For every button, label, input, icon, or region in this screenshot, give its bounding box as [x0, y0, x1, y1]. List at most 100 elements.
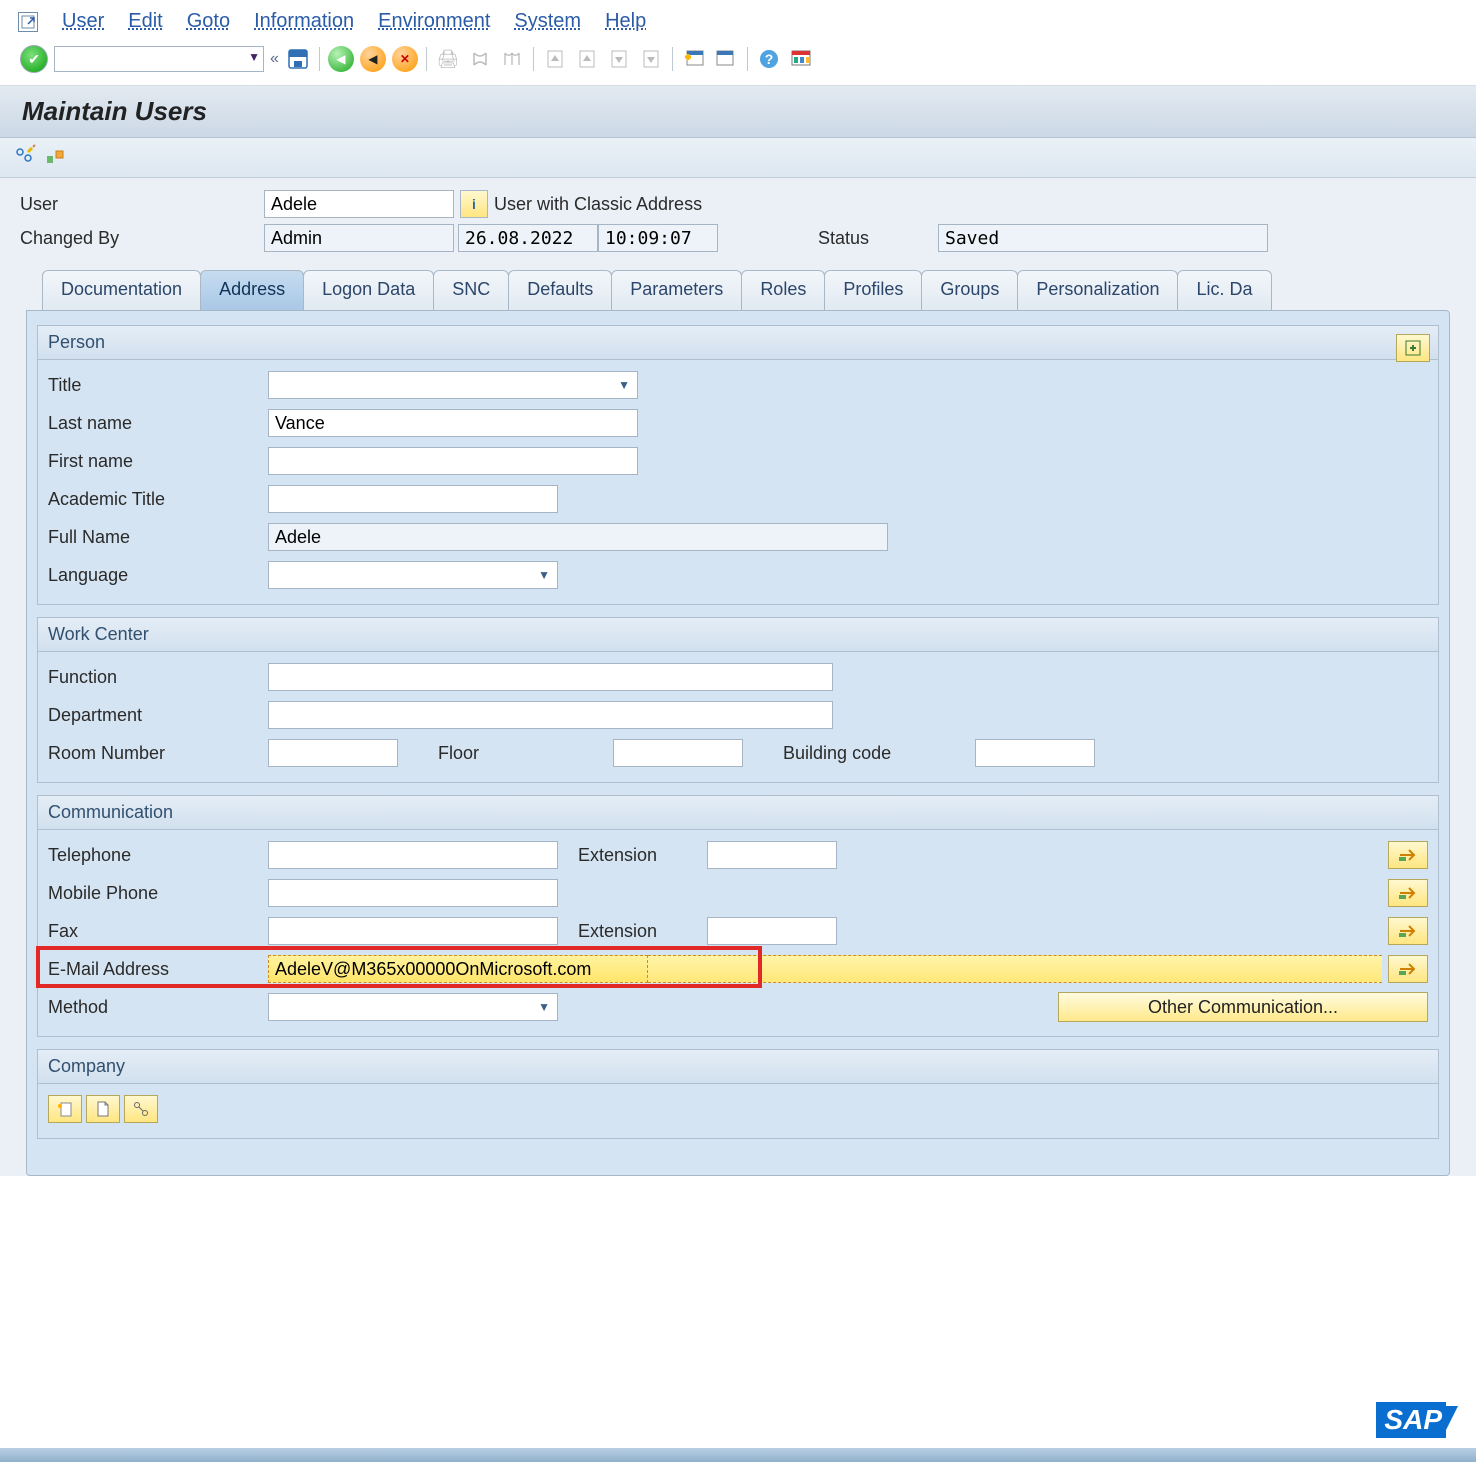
changed-date-field — [458, 224, 598, 252]
page-title: Maintain Users — [22, 96, 1454, 127]
group-title-communication: Communication — [38, 796, 1438, 830]
window-menu-icon[interactable] — [18, 12, 38, 32]
lastname-field[interactable] — [268, 409, 638, 437]
collapse-icon[interactable]: « — [270, 50, 279, 68]
info-button[interactable]: i — [460, 190, 488, 218]
tab-personalization[interactable]: Personalization — [1017, 270, 1178, 310]
status-bar — [0, 1448, 1476, 1462]
title-bar: Maintain Users — [0, 86, 1476, 138]
last-page-icon — [638, 46, 664, 72]
menu-environment[interactable]: Environment — [378, 10, 490, 33]
menu-bar: User Edit Goto Information Environment S… — [0, 0, 1476, 41]
fax-field[interactable] — [268, 917, 558, 945]
save-icon[interactable] — [285, 46, 311, 72]
document-button[interactable] — [86, 1095, 120, 1123]
language-dropdown[interactable] — [268, 561, 558, 589]
menu-information[interactable]: Information — [254, 10, 354, 33]
label-telephone: Telephone — [48, 845, 268, 866]
svg-text:?: ? — [765, 51, 774, 67]
fax-extension-field[interactable] — [707, 917, 837, 945]
building-field[interactable] — [975, 739, 1095, 767]
tab-logon-data[interactable]: Logon Data — [303, 270, 434, 310]
function-field[interactable] — [268, 663, 833, 691]
tel-extension-field[interactable] — [707, 841, 837, 869]
prev-page-icon — [574, 46, 600, 72]
back-button[interactable]: ◀ — [328, 46, 354, 72]
email-trail — [648, 955, 1382, 983]
tab-address[interactable]: Address — [200, 270, 304, 310]
label-changed-by: Changed By — [14, 228, 264, 249]
separator — [533, 47, 534, 71]
tab-defaults[interactable]: Defaults — [508, 270, 612, 310]
find-icon — [467, 46, 493, 72]
tab-body: Person Title ▼ Last name First — [26, 310, 1450, 1176]
label-lastname: Last name — [48, 413, 268, 434]
group-company: Company — [37, 1049, 1439, 1139]
email-more-button[interactable] — [1388, 955, 1428, 983]
tab-profiles[interactable]: Profiles — [824, 270, 922, 310]
menu-user[interactable]: User — [62, 10, 104, 33]
department-field[interactable] — [268, 701, 833, 729]
group-title-workcenter: Work Center — [38, 618, 1438, 652]
mobile-field[interactable] — [268, 879, 558, 907]
tab-strip: Documentation Address Logon Data SNC Def… — [14, 270, 1462, 310]
label-tel-extension: Extension — [578, 845, 657, 866]
mobile-more-button[interactable] — [1388, 879, 1428, 907]
enter-button[interactable]: ✔ — [20, 45, 48, 73]
command-input[interactable] — [54, 46, 264, 72]
tab-parameters[interactable]: Parameters — [611, 270, 742, 310]
tab-lic-data[interactable]: Lic. Da — [1177, 270, 1271, 310]
telephone-field[interactable] — [268, 841, 558, 869]
user-field[interactable] — [264, 190, 454, 218]
label-email: E-Mail Address — [48, 959, 268, 980]
menu-system[interactable]: System — [514, 10, 581, 33]
method-dropdown[interactable] — [268, 993, 558, 1021]
other-communication-button[interactable]: Other Communication... — [1058, 992, 1428, 1022]
expand-icon[interactable] — [1396, 334, 1430, 362]
find-next-icon — [499, 46, 525, 72]
label-department: Department — [48, 705, 268, 726]
label-classic-address: User with Classic Address — [494, 194, 702, 215]
exit-button[interactable]: ◀ — [360, 46, 386, 72]
group-title-company: Company — [38, 1050, 1438, 1084]
menu-edit[interactable]: Edit — [128, 10, 162, 33]
command-field[interactable]: ▼ — [54, 46, 264, 72]
title-dropdown[interactable] — [268, 371, 638, 399]
fax-more-button[interactable] — [1388, 917, 1428, 945]
new-session-icon[interactable] — [681, 46, 707, 72]
label-floor: Floor — [438, 743, 479, 764]
hierarchy-button[interactable] — [124, 1095, 158, 1123]
help-icon[interactable]: ? — [756, 46, 782, 72]
label-fax: Fax — [48, 921, 268, 942]
tab-documentation[interactable]: Documentation — [42, 270, 201, 310]
tab-roles[interactable]: Roles — [741, 270, 825, 310]
layout-menu-icon[interactable] — [788, 46, 814, 72]
assign-company-button[interactable] — [48, 1095, 82, 1123]
floor-field[interactable] — [613, 739, 743, 767]
tab-snc[interactable]: SNC — [433, 270, 509, 310]
email-field[interactable] — [268, 955, 648, 983]
cancel-button[interactable]: ✕ — [392, 46, 418, 72]
label-building: Building code — [783, 743, 891, 764]
label-status: Status — [818, 228, 938, 249]
menu-goto[interactable]: Goto — [187, 10, 230, 33]
label-firstname: First name — [48, 451, 268, 472]
tab-groups[interactable]: Groups — [921, 270, 1018, 310]
room-field[interactable] — [268, 739, 398, 767]
group-title-person: Person — [38, 326, 1438, 360]
separator — [319, 47, 320, 71]
separator — [672, 47, 673, 71]
changed-time-field — [598, 224, 718, 252]
sap-logo: SAP — [1376, 1402, 1458, 1438]
dropdown-icon[interactable]: ▼ — [248, 50, 260, 64]
menu-help[interactable]: Help — [605, 10, 646, 33]
label-title: Title — [48, 375, 268, 396]
create-shortcut-icon[interactable] — [713, 46, 739, 72]
user-groups-icon[interactable] — [44, 144, 66, 171]
telephone-more-button[interactable] — [1388, 841, 1428, 869]
display-change-icon[interactable] — [14, 144, 36, 171]
firstname-field[interactable] — [268, 447, 638, 475]
changed-by-field — [264, 224, 454, 252]
academic-title-field[interactable] — [268, 485, 558, 513]
label-academic-title: Academic Title — [48, 489, 268, 510]
